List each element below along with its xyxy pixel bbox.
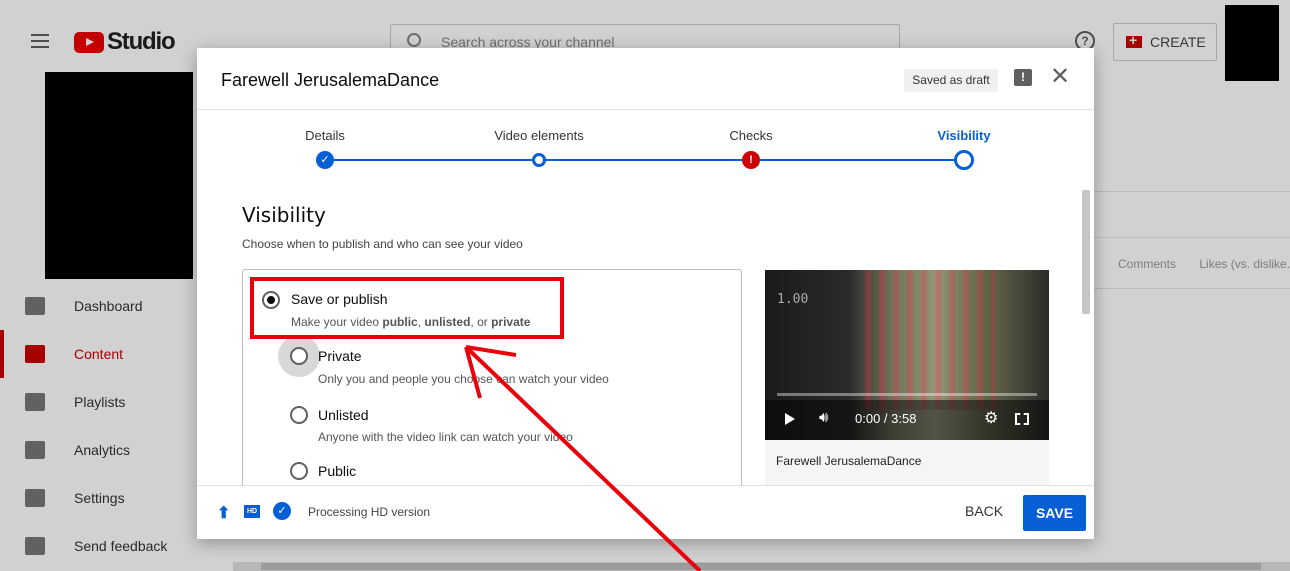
video-controls: 🔊︎ 0:00 / 3:58 ⚙: [765, 400, 1049, 440]
check-circle-icon: ✓: [273, 502, 291, 520]
dialog-footer: ⬆ HD ✓ Processing HD version BACK SAVE: [197, 485, 1094, 539]
private-label[interactable]: Private: [318, 348, 362, 364]
video-name: Farewell JerusalemaDance: [776, 454, 922, 468]
public-label[interactable]: Public: [318, 463, 356, 479]
dialog-title: Farewell JerusalemaDance: [221, 70, 440, 90]
visibility-heading: Visibility: [242, 203, 326, 227]
step-video-elements-label[interactable]: Video elements: [494, 128, 583, 143]
save-button[interactable]: SAVE: [1023, 495, 1086, 531]
step-error-icon[interactable]: !: [742, 151, 760, 169]
video-time: 0:00 / 3:58: [855, 411, 917, 426]
close-icon[interactable]: ✕: [1050, 64, 1070, 90]
video-frame: [865, 270, 995, 410]
upload-icon: ⬆: [217, 505, 231, 522]
step-current-icon[interactable]: [954, 150, 974, 170]
video-preview[interactable]: 1.00 🔊︎ 0:00 / 3:58 ⚙: [765, 270, 1049, 440]
unlisted-desc: Anyone with the video link can watch you…: [318, 430, 573, 444]
unlisted-radio[interactable]: [290, 406, 308, 424]
dialog-header: Farewell JerusalemaDance Saved as draft …: [197, 48, 1094, 110]
fullscreen-icon[interactable]: [1015, 413, 1029, 425]
volume-icon[interactable]: 🔊︎: [819, 409, 828, 426]
video-progress-bar[interactable]: [777, 393, 1037, 396]
dialog-scrollbar[interactable]: [1082, 190, 1090, 314]
gear-icon[interactable]: ⚙: [984, 408, 998, 428]
saved-draft-badge: Saved as draft: [904, 69, 998, 92]
visibility-subtitle: Choose when to publish and who can see y…: [242, 237, 523, 251]
back-button[interactable]: BACK: [965, 503, 1003, 519]
play-icon[interactable]: [785, 413, 795, 425]
upload-stepper: Details Video elements Checks Visibility…: [197, 110, 1094, 190]
step-pending-icon[interactable]: [532, 153, 546, 167]
step-checks-label[interactable]: Checks: [729, 128, 772, 143]
step-details-label[interactable]: Details: [305, 128, 345, 143]
unlisted-label[interactable]: Unlisted: [318, 407, 369, 423]
step-visibility-label[interactable]: Visibility: [937, 128, 990, 143]
report-feedback-icon[interactable]: !: [1014, 69, 1032, 86]
private-desc: Only you and people you choose can watch…: [318, 372, 609, 386]
processing-status: Processing HD version: [308, 505, 431, 519]
annotation-highlight-box: [250, 277, 564, 339]
hd-icon: HD: [244, 505, 260, 518]
step-complete-check-icon[interactable]: ✓: [316, 151, 334, 169]
playback-speed: 1.00: [777, 292, 809, 307]
stepper-line: [325, 159, 961, 161]
private-radio[interactable]: [290, 347, 308, 365]
public-radio[interactable]: [290, 462, 308, 480]
